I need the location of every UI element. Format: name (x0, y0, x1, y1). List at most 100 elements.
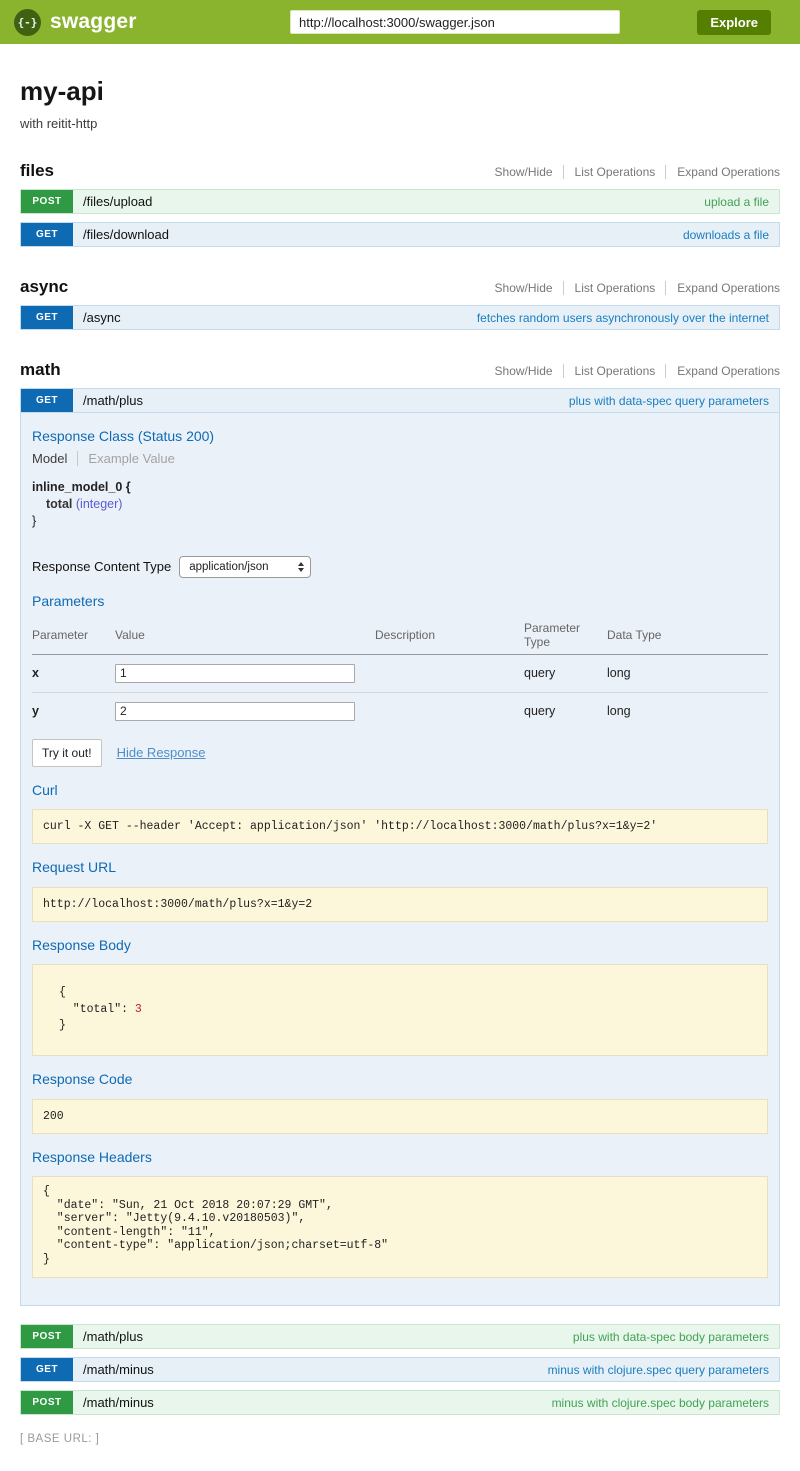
column-description: Description (375, 616, 524, 655)
operation-summary[interactable]: plus with data-spec query parameters (569, 394, 769, 408)
expand-operations-link[interactable]: Expand Operations (665, 165, 780, 179)
parameter-row-y: y query long (32, 692, 768, 730)
operation-path[interactable]: /async (83, 306, 121, 329)
response-body-prefix: { "total": (59, 986, 135, 1016)
operation-path[interactable]: /math/minus (83, 1391, 154, 1414)
explore-button[interactable]: Explore (697, 10, 771, 35)
operation-row-get-math-plus[interactable]: GET /math/plus plus with data-spec query… (20, 388, 780, 413)
parameter-description (375, 692, 524, 730)
response-headers-value: { "date": "Sun, 21 Oct 2018 20:07:29 GMT… (32, 1176, 768, 1277)
parameter-row-x: x query long (32, 654, 768, 692)
list-operations-link[interactable]: List Operations (563, 165, 656, 179)
column-data-type: Data Type (607, 616, 768, 655)
selected-content-type: application/json (189, 561, 298, 573)
response-body-heading: Response Body (32, 937, 768, 953)
http-method-badge: POST (21, 190, 73, 213)
model-property: total (integer) (32, 496, 768, 513)
select-arrows-icon (298, 562, 304, 572)
operation-summary[interactable]: minus with clojure.spec query parameters (548, 1363, 769, 1377)
operation-summary[interactable]: plus with data-spec body parameters (573, 1330, 769, 1344)
hide-response-link[interactable]: Hide Response (117, 745, 206, 760)
show-hide-link[interactable]: Show/Hide (495, 281, 553, 295)
parameter-value-input-x[interactable] (115, 664, 355, 683)
section-controls: Show/Hide List Operations Expand Operati… (495, 165, 780, 179)
http-method-badge: POST (21, 1325, 73, 1348)
operation-row-post-math-minus[interactable]: POST /math/minus minus with clojure.spec… (20, 1390, 780, 1415)
section-title-math[interactable]: math (20, 360, 61, 380)
operation-path[interactable]: /math/plus (83, 389, 143, 412)
expand-operations-link[interactable]: Expand Operations (665, 281, 780, 295)
response-body-suffix: } (59, 1019, 66, 1032)
section-controls: Show/Hide List Operations Expand Operati… (495, 364, 780, 378)
response-code-heading: Response Code (32, 1071, 768, 1087)
parameter-value-input-y[interactable] (115, 702, 355, 721)
http-method-badge: GET (21, 223, 73, 246)
model-open: inline_model_0 { (32, 479, 768, 496)
response-code-value: 200 (32, 1099, 768, 1134)
operation-summary[interactable]: minus with clojure.spec body parameters (552, 1396, 769, 1410)
http-method-badge: GET (21, 306, 73, 329)
parameter-description (375, 654, 524, 692)
model-signature: inline_model_0 { total (integer) } (32, 479, 768, 530)
parameter-data-type: long (607, 692, 768, 730)
column-parameter: Parameter (32, 616, 115, 655)
parameter-type: query (524, 692, 607, 730)
swagger-logo-icon: {-} (14, 9, 41, 36)
response-content-type-label: Response Content Type (32, 559, 171, 574)
curl-command: curl -X GET --header 'Accept: applicatio… (32, 809, 768, 844)
section-title-async[interactable]: async (20, 277, 68, 297)
parameters-heading: Parameters (32, 593, 768, 609)
list-operations-link[interactable]: List Operations (563, 364, 656, 378)
show-hide-link[interactable]: Show/Hide (495, 364, 553, 378)
column-value: Value (115, 616, 375, 655)
expand-operations-link[interactable]: Expand Operations (665, 364, 780, 378)
top-bar: {-} swagger Explore (0, 0, 800, 44)
response-body-number: 3 (135, 1003, 142, 1016)
swagger-url-input[interactable] (290, 10, 620, 34)
http-method-badge: POST (21, 1391, 73, 1414)
model-property-type: (integer) (76, 497, 123, 511)
operation-row-get-async[interactable]: GET /async fetches random users asynchro… (20, 305, 780, 330)
section-math: math Show/Hide List Operations Expand Op… (20, 360, 780, 1415)
operation-row-post-math-plus[interactable]: POST /math/plus plus with data-spec body… (20, 1324, 780, 1349)
parameters-header-row: Parameter Value Description Parameter Ty… (32, 616, 768, 655)
model-tabs: Model Example Value (32, 451, 768, 466)
actions-row: Try it out! Hide Response (32, 739, 768, 767)
http-method-badge: GET (21, 389, 73, 412)
tab-model[interactable]: Model (32, 451, 78, 466)
operation-row-get-math-minus[interactable]: GET /math/minus minus with clojure.spec … (20, 1357, 780, 1382)
operation-row-post-files-upload[interactable]: POST /files/upload upload a file (20, 189, 780, 214)
api-description: with reitit-http (20, 116, 780, 131)
section-controls: Show/Hide List Operations Expand Operati… (495, 281, 780, 295)
operation-path[interactable]: /math/plus (83, 1325, 143, 1348)
request-url-value: http://localhost:3000/math/plus?x=1&y=2 (32, 887, 768, 922)
section-title-files[interactable]: files (20, 161, 54, 181)
operation-summary[interactable]: upload a file (704, 195, 769, 209)
brand[interactable]: {-} swagger (14, 9, 290, 36)
operation-path[interactable]: /math/minus (83, 1358, 154, 1381)
base-url-note: [ BASE URL: ] (20, 1433, 780, 1445)
operation-detail-panel: Response Class (Status 200) Model Exampl… (20, 413, 780, 1306)
parameter-type: query (524, 654, 607, 692)
response-content-type-select[interactable]: application/json (179, 556, 311, 578)
column-parameter-type: Parameter Type (524, 616, 607, 655)
http-method-badge: GET (21, 1358, 73, 1381)
parameters-table: Parameter Value Description Parameter Ty… (32, 616, 768, 730)
parameter-data-type: long (607, 654, 768, 692)
response-content-type-row: Response Content Type application/json (32, 556, 768, 578)
operation-path[interactable]: /files/download (83, 223, 169, 246)
operation-row-get-files-download[interactable]: GET /files/download downloads a file (20, 222, 780, 247)
show-hide-link[interactable]: Show/Hide (495, 165, 553, 179)
section-header: async Show/Hide List Operations Expand O… (20, 277, 780, 297)
response-body-value: { "total": 3 } (32, 964, 768, 1056)
parameter-name: x (32, 654, 115, 692)
curl-heading: Curl (32, 782, 768, 798)
list-operations-link[interactable]: List Operations (563, 281, 656, 295)
try-it-out-button[interactable]: Try it out! (32, 739, 102, 767)
response-class-heading: Response Class (Status 200) (32, 428, 768, 444)
operation-path[interactable]: /files/upload (83, 190, 152, 213)
operation-summary[interactable]: downloads a file (683, 228, 769, 242)
operation-summary[interactable]: fetches random users asynchronously over… (477, 311, 769, 325)
tab-example-value[interactable]: Example Value (78, 451, 174, 466)
request-url-heading: Request URL (32, 859, 768, 875)
